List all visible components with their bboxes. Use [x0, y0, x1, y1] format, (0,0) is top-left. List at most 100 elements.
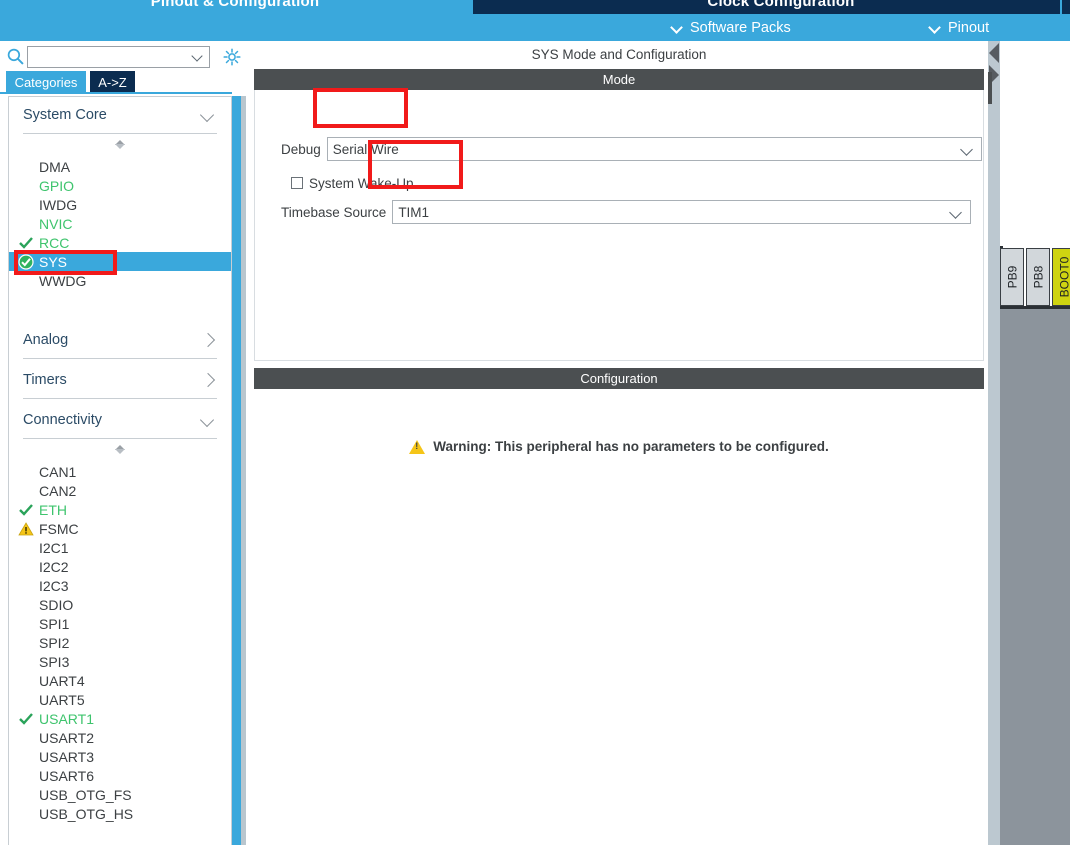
sidebar-item-i2c2-label: I2C2 — [39, 558, 69, 575]
sidebar-item-dma[interactable]: DMA — [9, 157, 231, 176]
sidebar-item-usb-otg-hs[interactable]: USB_OTG_HS — [9, 804, 231, 823]
sidebar-item-wwdg[interactable]: WWDG — [9, 271, 231, 290]
tab-clock-configuration[interactable]: Clock Configuration — [473, 0, 1070, 15]
page-title: SYS Mode and Configuration — [254, 41, 984, 68]
debug-select[interactable]: Serial Wire — [326, 137, 982, 161]
pin-pb9[interactable]: PB9 — [1000, 248, 1024, 306]
sidebar-item-iwdg[interactable]: IWDG — [9, 195, 231, 214]
sidebar-item-i2c3-label: I2C3 — [39, 577, 69, 594]
check-icon — [19, 236, 33, 249]
menu-pinout[interactable]: Pinout — [930, 14, 989, 41]
timebase-source-label: Timebase Source — [281, 204, 387, 220]
sidebar-item-sdio-label: SDIO — [39, 596, 74, 613]
sidebar-item-i2c1[interactable]: I2C1 — [9, 538, 231, 557]
peripheral-sidebar: Categories A->Z System Core DMA GPIO IWD… — [0, 41, 246, 845]
sidebar-item-uart5-label: UART5 — [39, 691, 85, 708]
stm32cubemx-window: Pinout & Configuration Clock Configurati… — [0, 0, 1070, 845]
pin-pb8-label: PB8 — [1031, 265, 1045, 289]
sidebar-item-can1[interactable]: CAN1 — [9, 462, 231, 481]
sidebar-item-spi2-label: SPI2 — [39, 634, 70, 651]
sidebar-item-usart3[interactable]: USART3 — [9, 747, 231, 766]
search-combo[interactable] — [27, 46, 210, 68]
sidebar-scrollbar-thumb[interactable] — [232, 96, 241, 845]
sidebar-item-spi2[interactable]: SPI2 — [9, 633, 231, 652]
sidebar-item-usart2-label: USART2 — [39, 729, 94, 746]
chevron-down-icon — [951, 208, 962, 219]
tab-categories[interactable]: Categories — [6, 71, 86, 93]
sidebar-item-i2c3[interactable]: I2C3 — [9, 576, 231, 595]
sidebar-tab-underline — [0, 92, 232, 94]
sidebar-item-usart6[interactable]: USART6 — [9, 766, 231, 785]
sidebar-group-connectivity-label: Connectivity — [23, 412, 102, 428]
sidebar-item-sys[interactable]: SYS — [9, 252, 231, 271]
sidebar-item-spi3[interactable]: SPI3 — [9, 652, 231, 671]
tab-clock-configuration-label: Clock Configuration — [707, 0, 855, 10]
tab-pinout-configuration[interactable]: Pinout & Configuration — [0, 0, 470, 15]
pin-pb8[interactable]: PB8 — [1026, 248, 1050, 306]
gear-icon[interactable] — [222, 47, 242, 67]
timebase-source-value: TIM1 — [398, 204, 430, 220]
chip-body — [1000, 309, 1070, 845]
sidebar-item-usb-otg-fs-label: USB_OTG_FS — [39, 786, 132, 803]
menu-software-packs-label: Software Packs — [690, 19, 791, 36]
search-input[interactable] — [28, 48, 186, 66]
system-wakeup-row[interactable]: System Wake-Up — [291, 171, 414, 195]
menu-pinout-label: Pinout — [948, 19, 990, 36]
chevron-down-icon — [672, 22, 683, 33]
sidebar-group-timers[interactable]: Timers — [23, 362, 217, 399]
debug-row: Debug Serial Wire — [281, 137, 982, 161]
tab-a-to-z[interactable]: A->Z — [90, 71, 135, 93]
menu-software-packs[interactable]: Software Packs — [672, 14, 791, 41]
sidebar-item-usart2[interactable]: USART2 — [9, 728, 231, 747]
sidebar-item-nvic[interactable]: NVIC — [9, 214, 231, 233]
sidebar-item-fsmc[interactable]: FSMC — [9, 519, 231, 538]
sidebar-group-timers-label: Timers — [23, 372, 67, 388]
sidebar-item-usart1[interactable]: USART1 — [9, 709, 231, 728]
configuration-section-header: Configuration — [254, 368, 984, 389]
sidebar-search-row — [0, 41, 246, 71]
sidebar-group-system-core[interactable]: System Core — [23, 97, 217, 134]
splitter-marker — [988, 72, 992, 104]
sidebar-group-connectivity[interactable]: Connectivity — [23, 402, 217, 439]
system-wakeup-checkbox[interactable] — [291, 177, 303, 189]
peripheral-list: System Core DMA GPIO IWDG NVIC RCC SYS W… — [8, 96, 232, 845]
chevron-down-icon[interactable] — [193, 52, 204, 63]
timebase-source-row: Timebase Source TIM1 — [281, 200, 972, 224]
sidebar-item-can1-label: CAN1 — [39, 463, 77, 480]
sidebar-item-i2c1-label: I2C1 — [39, 539, 69, 556]
scroll-spinner-connectivity-down[interactable] — [9, 448, 231, 454]
mode-section-label: Mode — [602, 72, 636, 87]
sidebar-item-fsmc-label: FSMC — [39, 520, 79, 537]
warning-triangle-icon — [409, 439, 426, 454]
sidebar-item-uart4[interactable]: UART4 — [9, 671, 231, 690]
page-title-label: SYS Mode and Configuration — [531, 47, 707, 62]
sidebar-group-analog[interactable]: Analog — [23, 322, 217, 359]
pin-boot0-label: BOOT0 — [1057, 256, 1070, 298]
debug-value: Serial Wire — [332, 141, 399, 157]
sidebar-item-sdio[interactable]: SDIO — [9, 595, 231, 614]
sidebar-item-rcc-label: RCC — [39, 234, 70, 251]
timebase-source-select[interactable]: TIM1 — [392, 200, 972, 224]
chevron-right-icon — [201, 373, 215, 387]
sidebar-item-spi3-label: SPI3 — [39, 653, 70, 670]
scroll-spinner-system-core-down[interactable] — [9, 143, 231, 149]
sidebar-item-eth[interactable]: ETH — [9, 500, 231, 519]
triangle-left-icon[interactable] — [989, 43, 999, 63]
search-icon — [7, 48, 24, 65]
header-menu-row: Software Packs Pinout — [0, 14, 1070, 41]
sidebar-item-can2[interactable]: CAN2 — [9, 481, 231, 500]
panel-splitter[interactable] — [988, 41, 1000, 845]
chevron-right-icon — [201, 333, 215, 347]
sidebar-group-system-core-label: System Core — [23, 107, 107, 123]
sidebar-item-rcc[interactable]: RCC — [9, 233, 231, 252]
sidebar-item-i2c2[interactable]: I2C2 — [9, 557, 231, 576]
pin-boot0[interactable]: BOOT0 — [1052, 248, 1070, 306]
sidebar-item-usb-otg-fs[interactable]: USB_OTG_FS — [9, 785, 231, 804]
sidebar-item-usart1-label: USART1 — [39, 710, 94, 727]
sidebar-item-spi1[interactable]: SPI1 — [9, 614, 231, 633]
sidebar-item-uart5[interactable]: UART5 — [9, 690, 231, 709]
sidebar-item-gpio[interactable]: GPIO — [9, 176, 231, 195]
chevron-down-icon — [930, 22, 941, 33]
tab-separator — [470, 0, 472, 15]
